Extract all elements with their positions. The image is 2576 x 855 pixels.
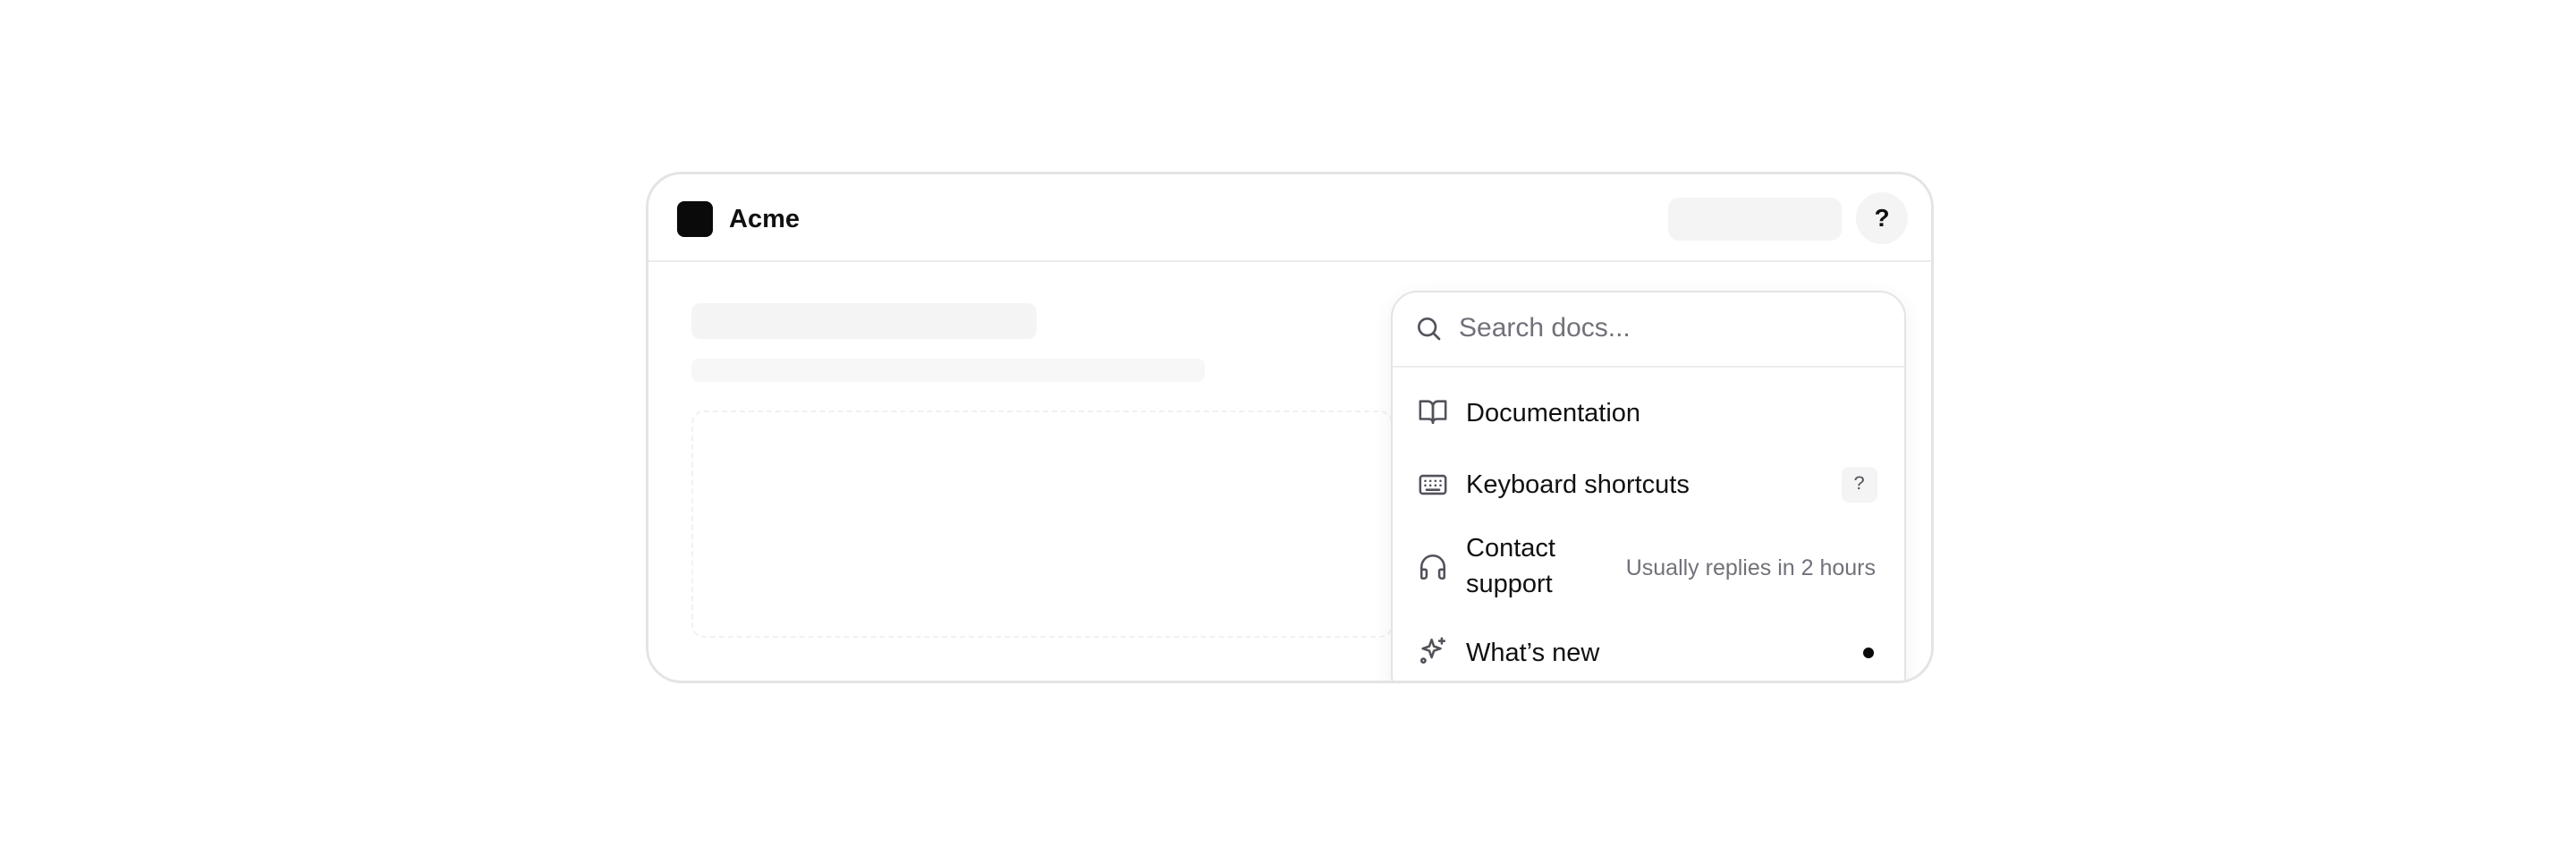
- menu-item-label: Contact support: [1466, 534, 1555, 598]
- header-placeholder: [1668, 198, 1842, 241]
- logo-icon: [677, 201, 713, 237]
- content-card-placeholder: [691, 411, 1393, 638]
- search-icon: [1414, 314, 1443, 343]
- menu-item-documentation[interactable]: Documentation: [1393, 385, 1904, 441]
- content-title-placeholder: [691, 303, 1037, 339]
- book-open-icon: [1418, 396, 1448, 427]
- menu-item-contact-support[interactable]: Contact support Usually replies in 2 hou…: [1393, 527, 1904, 609]
- app-window: Acme ? Documentation: [646, 172, 1934, 683]
- keyboard-icon: [1418, 470, 1448, 500]
- menu-item-label: What’s new: [1466, 639, 1600, 667]
- unread-dot: [1863, 648, 1874, 658]
- menu-item-label: Keyboard shortcuts: [1466, 470, 1690, 499]
- sparkles-icon: [1418, 636, 1448, 666]
- search-row: [1393, 292, 1904, 368]
- shortcut-key-badge: ?: [1842, 467, 1877, 503]
- menu-item-keyboard-shortcuts[interactable]: Keyboard shortcuts ?: [1393, 457, 1904, 512]
- brand-name: Acme: [729, 205, 800, 233]
- top-bar: Acme ?: [648, 174, 1931, 262]
- menu-item-whats-new[interactable]: What’s new: [1393, 625, 1904, 681]
- menu-item-label: Documentation: [1466, 399, 1641, 428]
- content-line-placeholder: [691, 359, 1205, 382]
- help-menu-popover: Documentation Keyboard shortcuts: [1391, 291, 1906, 681]
- headphones-icon: [1418, 552, 1448, 582]
- response-time-hint: Usually replies in 2 hours: [1625, 555, 1876, 580]
- help-button[interactable]: ?: [1856, 192, 1908, 244]
- search-input[interactable]: [1459, 310, 1870, 346]
